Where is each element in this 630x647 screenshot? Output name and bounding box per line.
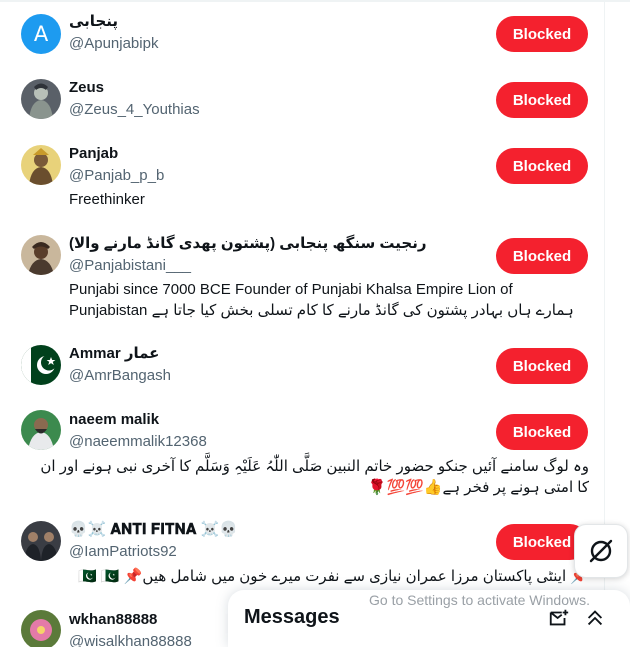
blocked-button[interactable]: Blocked bbox=[496, 348, 588, 384]
user-bio: 📌 اینٹی پاکستان مرزا عمران نیازی سے نفرت… bbox=[69, 566, 589, 587]
user-bio: Freethinker bbox=[69, 189, 589, 210]
portrait-avatar-image bbox=[21, 410, 61, 450]
bio-line: Punjabistan ہمارے ہاں بہادر پشتون کی گان… bbox=[69, 302, 574, 319]
blocked-button[interactable]: Blocked bbox=[496, 16, 588, 52]
avatar[interactable] bbox=[21, 145, 61, 185]
user-handle[interactable]: @Panjab_p_b bbox=[69, 166, 164, 186]
blocked-button[interactable]: Blocked bbox=[496, 82, 588, 118]
avatar[interactable]: A bbox=[21, 14, 61, 54]
user-handle[interactable]: @wisalkhan88888 bbox=[69, 632, 192, 647]
group-photo-avatar-image bbox=[21, 521, 61, 561]
user-cell[interactable]: naeem malik @naeemmalik12368 وہ لوگ سامن… bbox=[0, 400, 604, 510]
blocked-button[interactable]: Blocked bbox=[496, 238, 588, 274]
new-message-icon[interactable] bbox=[548, 607, 570, 629]
bio-line: کا امتی ہونے پر فخر ہے👍💯💯🌹 bbox=[367, 479, 589, 496]
avatar[interactable] bbox=[21, 79, 61, 119]
flower-avatar-image bbox=[21, 610, 61, 647]
portrait-avatar-image bbox=[21, 235, 61, 275]
figure-avatar-image bbox=[21, 145, 61, 185]
user-bio: Punjabi since 7000 BCE Founder of Punjab… bbox=[69, 279, 589, 321]
bio-line: وہ لوگ سامنے آئیں جنکو حضور خاتم النبین … bbox=[40, 458, 589, 475]
bio-line: 📌 اینٹی پاکستان مرزا عمران نیازی سے نفرت… bbox=[78, 568, 589, 585]
user-bio: وہ لوگ سامنے آئیں جنکو حضور خاتم النبین … bbox=[40, 456, 589, 498]
user-handle[interactable]: @Apunjabipk bbox=[69, 34, 158, 54]
bio-line: Punjabi since 7000 BCE Founder of Punjab… bbox=[69, 281, 513, 298]
display-name[interactable]: 💀☠️ 𝐀𝐍𝐓𝐈 𝐅𝐈𝐓𝐍𝐀 ☠️💀 bbox=[69, 520, 238, 540]
blocked-button[interactable]: Blocked bbox=[496, 148, 588, 184]
user-handle[interactable]: @IamPatriots92 bbox=[69, 542, 177, 562]
pakistan-flag-avatar-image bbox=[21, 345, 61, 385]
display-name[interactable]: Ammar عمار bbox=[69, 344, 159, 364]
display-name[interactable]: Zeus bbox=[69, 78, 104, 98]
user-cell[interactable]: A پنجابی @Apunjabipk Blocked bbox=[0, 0, 604, 66]
avatar-letter: A bbox=[33, 22, 49, 46]
blocked-button[interactable]: Blocked bbox=[496, 414, 588, 450]
avatar[interactable] bbox=[21, 235, 61, 275]
display-name[interactable]: Panjab bbox=[69, 144, 118, 164]
grok-button[interactable] bbox=[574, 524, 628, 578]
activate-windows-watermark: Go to Settings to activate Windows. bbox=[369, 592, 590, 608]
avatar[interactable] bbox=[21, 521, 61, 561]
user-handle[interactable]: @naeemmalik12368 bbox=[69, 432, 207, 452]
user-handle[interactable]: @Panjabistani___ bbox=[69, 256, 191, 276]
user-cell[interactable]: Zeus @Zeus_4_Youthias Blocked bbox=[0, 66, 604, 132]
avatar[interactable] bbox=[21, 345, 61, 385]
display-name[interactable]: wkhan88888 bbox=[69, 610, 157, 630]
grok-icon bbox=[589, 539, 613, 563]
user-handle[interactable]: @Zeus_4_Youthias bbox=[69, 100, 200, 120]
avatar[interactable] bbox=[21, 610, 61, 647]
user-cell[interactable]: Panjab @Panjab_p_b Freethinker Blocked bbox=[0, 132, 604, 224]
warrior-avatar-image bbox=[21, 79, 61, 119]
chevron-double-up-icon[interactable] bbox=[584, 607, 606, 629]
bio-line: Freethinker bbox=[69, 191, 145, 208]
user-cell[interactable]: Ammar عمار @AmrBangash Blocked bbox=[0, 334, 604, 400]
display-name[interactable]: naeem malik bbox=[69, 410, 159, 430]
user-handle[interactable]: @AmrBangash bbox=[69, 366, 171, 386]
avatar[interactable] bbox=[21, 410, 61, 450]
display-name[interactable]: پنجابی bbox=[69, 12, 118, 32]
user-cell[interactable]: رنجیت سنگھ پنجابی (پشتون پھدی گانڈ مارنے… bbox=[0, 224, 604, 334]
display-name[interactable]: رنجیت سنگھ پنجابی (پشتون پھدی گانڈ مارنے… bbox=[69, 234, 426, 254]
messages-title: Messages bbox=[244, 606, 340, 628]
